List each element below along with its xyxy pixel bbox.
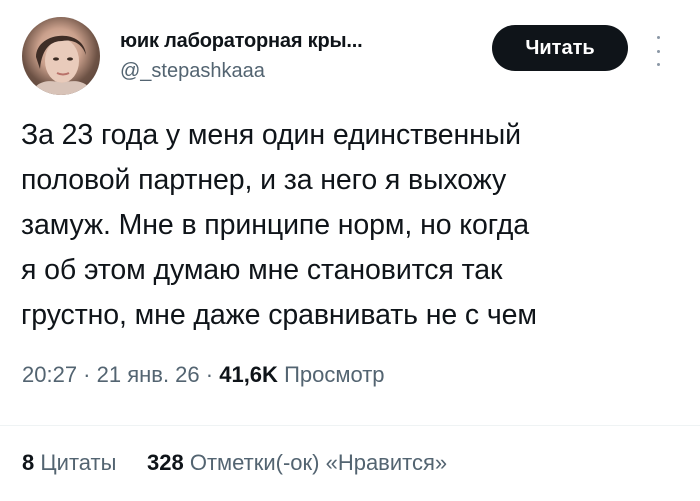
- divider: [0, 425, 700, 426]
- follow-button[interactable]: Читать: [492, 25, 628, 71]
- likes-label[interactable]: Отметки(-ок) «Нравится»: [190, 450, 447, 475]
- tweet-line: За 23 года у меня один единственный: [21, 119, 521, 151]
- quotes-count[interactable]: 8: [22, 450, 34, 475]
- meta-separator: ·: [77, 362, 97, 387]
- author-name[interactable]: юик лабораторная кры...: [120, 30, 363, 53]
- tweet-stats: 8 Цитаты 328 Отметки(-ок) «Нравится»: [22, 450, 447, 476]
- likes-count[interactable]: 328: [147, 450, 184, 475]
- tweet-line: замуж. Мне в принципе норм, но когда: [21, 209, 530, 241]
- tweet-line: я об этом думаю мне становится так: [21, 254, 503, 286]
- views-count[interactable]: 41,6K: [219, 362, 278, 387]
- quotes-label[interactable]: Цитаты: [40, 450, 116, 475]
- author-handle[interactable]: @_stepashkaaa: [120, 60, 265, 83]
- tweet-line: грустно, мне даже сравнивать не с чем: [21, 299, 537, 331]
- tweet-meta: 20:27 · 21 янв. 26 · 41,6K Просмотр: [22, 362, 385, 388]
- tweet-line: половой партнер, и за него я выхожу: [21, 164, 507, 196]
- meta-separator: ·: [199, 362, 220, 387]
- tweet-time[interactable]: 20:27: [22, 362, 77, 387]
- avatar[interactable]: [22, 17, 100, 95]
- more-vertical-icon[interactable]: [654, 36, 662, 66]
- tweet-text: За 23 года у меня один единственный поло…: [21, 113, 681, 338]
- views-label[interactable]: Просмотр: [284, 362, 384, 387]
- tweet-date[interactable]: 21 янв. 26: [97, 362, 200, 387]
